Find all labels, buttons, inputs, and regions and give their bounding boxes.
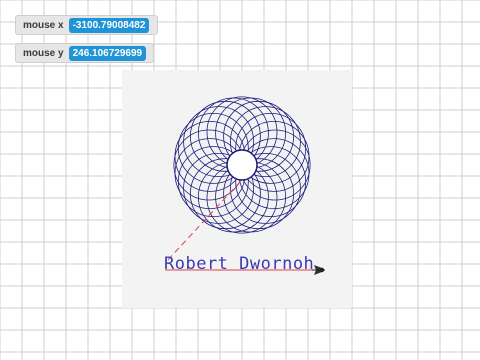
- mouse-y-monitor[interactable]: mouse y 246.106729699: [15, 43, 154, 63]
- mouse-y-value: 246.106729699: [68, 45, 147, 61]
- signature-text: Robert Dwornoh: [164, 254, 315, 274]
- mouse-x-label: mouse x: [23, 19, 64, 31]
- mouse-x-value: -3100.79008482: [68, 17, 150, 33]
- mouse-y-label: mouse y: [23, 47, 64, 59]
- spiro-center-hole: [226, 149, 258, 181]
- mouse-x-monitor[interactable]: mouse x -3100.79008482: [15, 15, 158, 35]
